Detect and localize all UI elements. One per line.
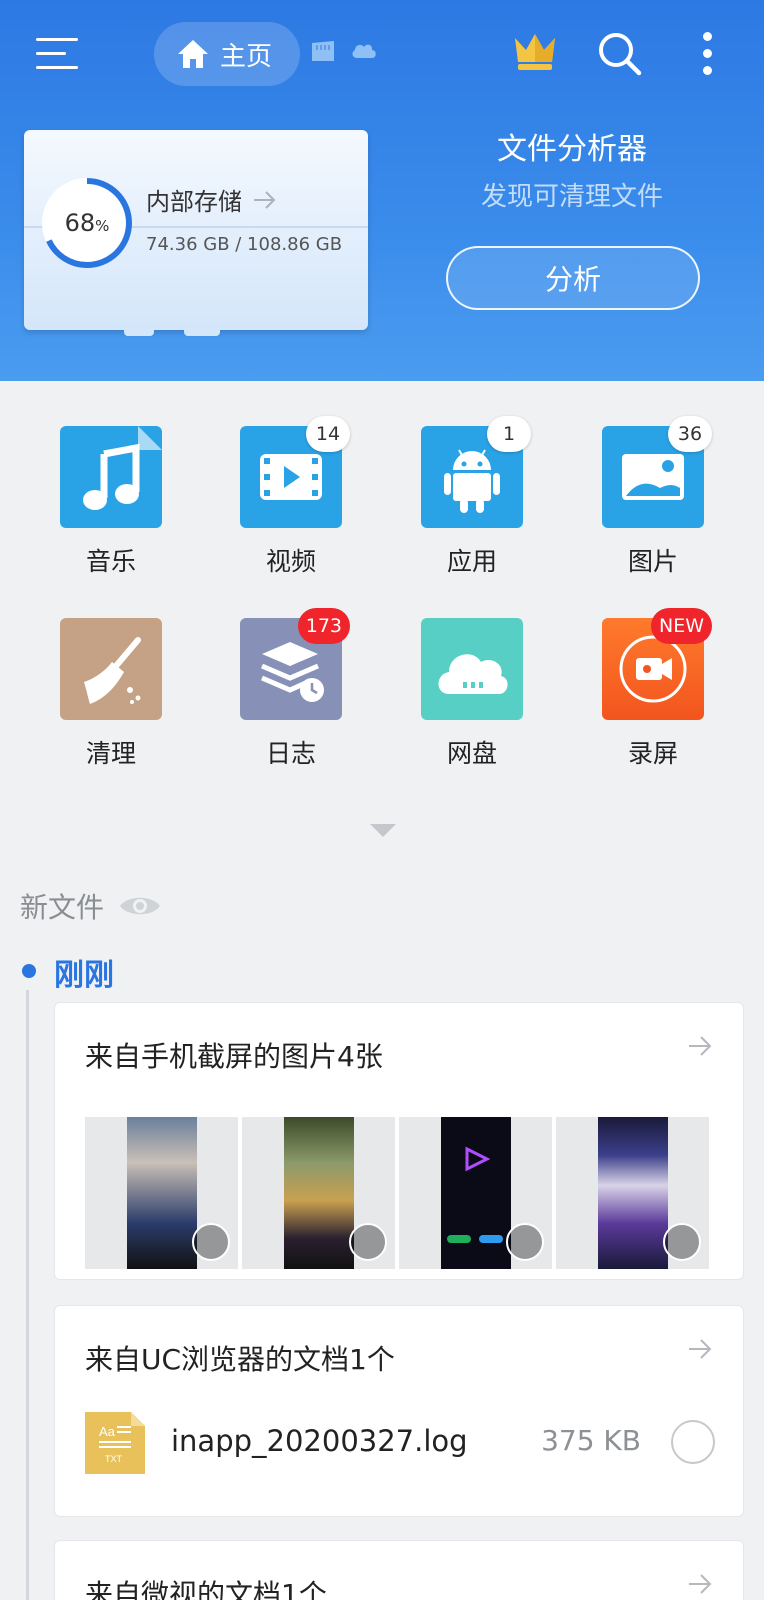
sdcard-icon[interactable] xyxy=(310,40,336,62)
arrow-right-icon[interactable] xyxy=(687,1336,713,1362)
category-cleaner[interactable]: 清理 xyxy=(31,618,191,770)
select-checkbox[interactable] xyxy=(349,1223,387,1261)
analyze-button[interactable]: 分析 xyxy=(446,246,700,310)
top-toolbar: 主页 xyxy=(0,0,764,110)
category-apps[interactable]: 1 应用 xyxy=(392,416,552,578)
music-icon-glyph xyxy=(83,426,162,510)
select-checkbox[interactable] xyxy=(663,1223,701,1261)
new-files-title: 新文件 xyxy=(20,891,105,924)
images-count-badge: 36 xyxy=(668,416,712,452)
file-type-text: TXT xyxy=(105,1454,123,1464)
cloud-icon-glyph xyxy=(438,654,508,694)
cloud-breadcrumb-icon[interactable] xyxy=(350,40,378,60)
storage-percent-sign: % xyxy=(95,217,110,235)
select-checkbox[interactable] xyxy=(192,1223,230,1261)
category-logs[interactable]: 173 日志 xyxy=(211,608,371,770)
card-title: 来自微视的文档1个 xyxy=(85,1578,327,1600)
screenshot-thumbnail[interactable] xyxy=(399,1117,552,1269)
category-images[interactable]: 36 图片 xyxy=(573,416,733,578)
arrow-right-icon[interactable] xyxy=(687,1033,713,1059)
category-video[interactable]: 14 视频 xyxy=(211,416,371,578)
log-icon: 173 xyxy=(240,608,350,720)
screenshot-image xyxy=(441,1117,511,1269)
video-icon: 14 xyxy=(240,416,350,528)
logs-count-badge: 173 xyxy=(297,608,350,644)
category-label: 录屏 xyxy=(627,739,678,768)
screenshot-image xyxy=(598,1117,668,1269)
card-notch xyxy=(124,330,154,336)
screenshot-thumbnail[interactable] xyxy=(556,1117,709,1269)
analyzer-title: 文件分析器 xyxy=(497,132,647,167)
menu-icon[interactable] xyxy=(36,36,80,72)
time-label: 刚刚 xyxy=(54,958,114,993)
file-name: inapp_20200327.log xyxy=(171,1424,468,1458)
timeline-line xyxy=(26,990,29,1600)
music-icon xyxy=(60,426,162,528)
home-label: 主页 xyxy=(220,41,273,72)
card-notch xyxy=(184,330,220,336)
timeline-dot xyxy=(22,964,36,978)
screenshot-image xyxy=(284,1117,354,1269)
arrow-right-icon xyxy=(254,190,276,209)
screen-record-icon: NEW xyxy=(602,608,712,720)
image-icon: 36 xyxy=(602,416,712,528)
header: 主页 68 % 内部存储 74.36 GB / 108.86 GB 文件分析器 … xyxy=(0,0,764,381)
select-checkbox[interactable] xyxy=(671,1420,715,1464)
internal-storage-card[interactable]: 68% 内部存储 74.36 GB / 108.86 GB xyxy=(24,130,368,336)
category-netdisk[interactable]: 网盘 xyxy=(392,618,552,770)
search-icon[interactable] xyxy=(596,30,642,76)
play-logo-icon xyxy=(447,1146,503,1243)
storage-title-text: 内部存储 xyxy=(146,188,242,216)
arrow-right-icon[interactable] xyxy=(687,1571,713,1597)
category-music[interactable]: 音乐 xyxy=(31,426,191,578)
screenshot-thumbnail[interactable] xyxy=(85,1117,238,1269)
category-label: 视频 xyxy=(265,547,316,576)
category-label: 图片 xyxy=(627,547,678,576)
cloud-icon xyxy=(421,618,523,720)
file-size: 375 KB xyxy=(541,1424,641,1457)
category-label: 应用 xyxy=(446,547,497,576)
storage-percent-value: 68 xyxy=(64,209,96,237)
new-files-header: 新文件 xyxy=(20,886,162,926)
weishi-files-card[interactable]: 来自微视的文档1个 xyxy=(54,1540,744,1600)
home-tab[interactable]: 主页 xyxy=(154,22,300,86)
category-label: 网盘 xyxy=(446,739,497,768)
screenshot-files-card[interactable]: 来自手机截屏的图片4张 xyxy=(54,1002,744,1280)
card-title: 来自手机截屏的图片4张 xyxy=(85,1040,383,1073)
expand-arrow-icon[interactable] xyxy=(370,824,396,837)
category-label: 音乐 xyxy=(85,547,136,576)
analyzer-subtitle: 发现可清理文件 xyxy=(480,182,663,212)
storage-title: 内部存储 xyxy=(146,182,278,217)
category-label: 清理 xyxy=(85,739,136,768)
video-count-badge: 14 xyxy=(306,416,350,452)
card-title: 来自UC浏览器的文档1个 xyxy=(85,1343,395,1376)
category-screen-record[interactable]: NEW 录屏 xyxy=(573,608,733,770)
select-checkbox[interactable] xyxy=(506,1223,544,1261)
storage-percent: 68% xyxy=(40,176,134,270)
uc-browser-files-card[interactable]: 来自UC浏览器的文档1个 Aa TXT inapp_20200327.log 3… xyxy=(54,1305,744,1517)
broom-icon-glyph xyxy=(84,637,141,704)
more-options-icon[interactable] xyxy=(700,30,714,78)
category-label: 日志 xyxy=(265,739,316,768)
broom-icon xyxy=(60,618,162,720)
breadcrumb xyxy=(310,40,378,62)
home-icon xyxy=(178,40,208,68)
thumbnail-strip xyxy=(85,1117,709,1269)
screenshot-image xyxy=(127,1117,197,1269)
android-icon: 1 xyxy=(421,416,531,528)
new-badge: NEW xyxy=(650,608,712,644)
file-row[interactable]: Aa TXT inapp_20200327.log 375 KB xyxy=(85,1410,715,1474)
storage-size: 74.36 GB / 108.86 GB xyxy=(146,234,343,255)
screenshot-thumbnail[interactable] xyxy=(242,1117,395,1269)
eye-icon[interactable] xyxy=(118,893,162,919)
apps-count-badge: 1 xyxy=(487,416,531,452)
file-icon-text: Aa xyxy=(99,1424,116,1439)
txt-file-icon: Aa TXT xyxy=(85,1412,145,1474)
crown-icon[interactable] xyxy=(512,30,558,72)
